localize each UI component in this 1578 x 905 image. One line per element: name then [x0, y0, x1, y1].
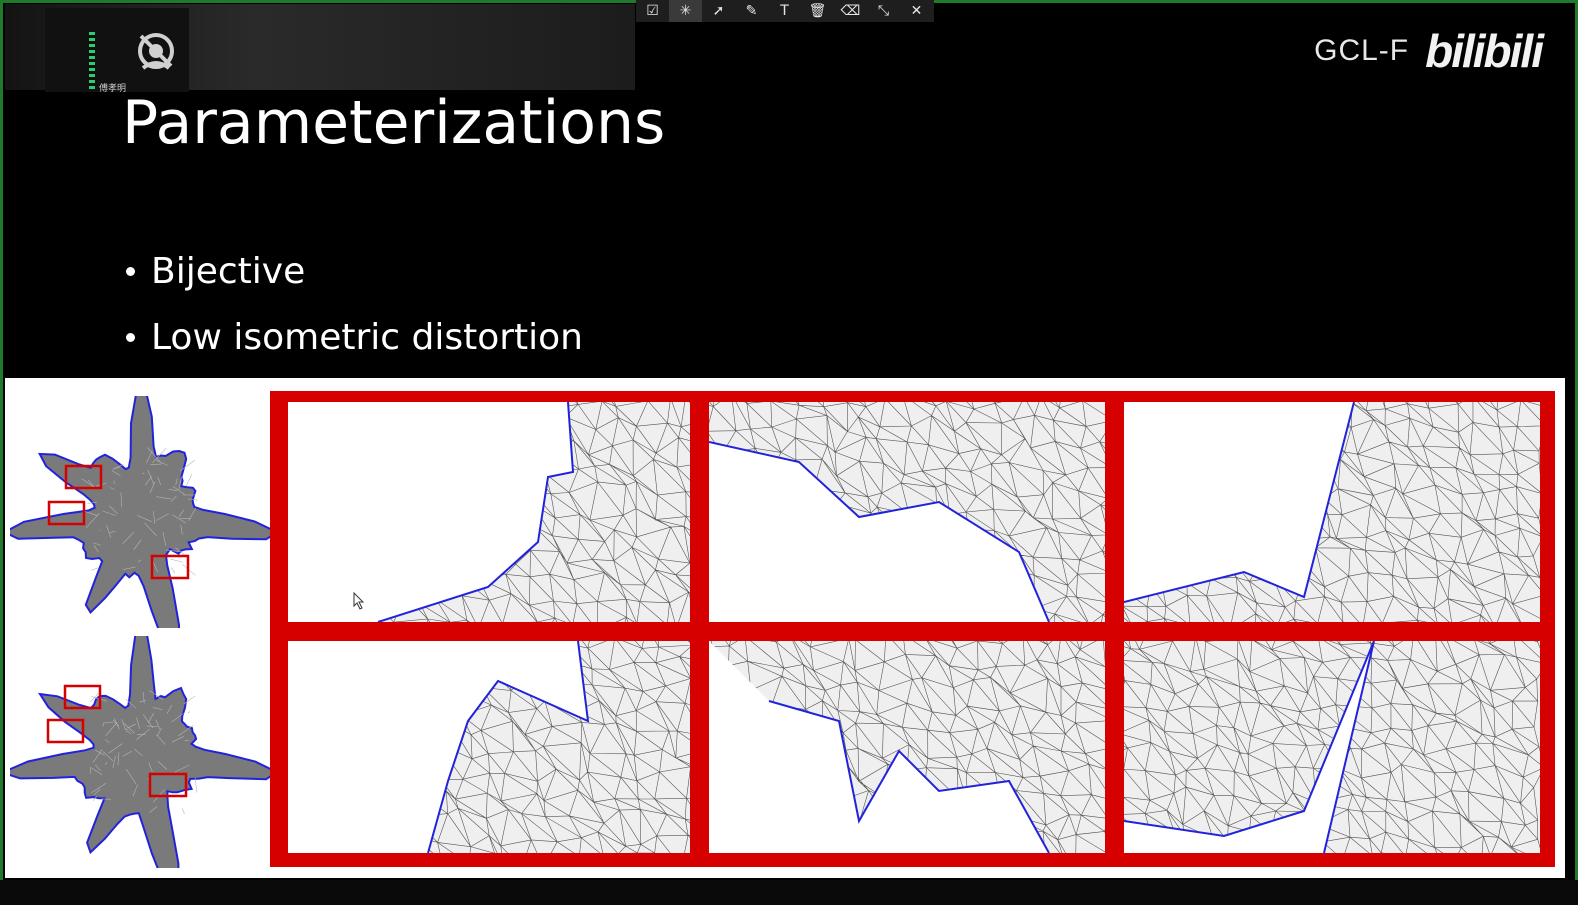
- mic-level-icon: [89, 32, 95, 90]
- laser-pointer-icon[interactable]: ✳: [669, 0, 702, 22]
- video-strip: 傅孝明: [5, 4, 635, 94]
- mesh-closeup: [709, 402, 1105, 622]
- bullet-text: Bijective: [151, 250, 306, 292]
- bullet-item: Bijective: [122, 238, 583, 304]
- bilibili-logo: bilibili: [1425, 25, 1544, 77]
- select-arrow-icon[interactable]: ➚: [702, 0, 735, 22]
- mesh-region: [428, 641, 690, 853]
- clear-all-icon[interactable]: ⌫: [834, 0, 867, 22]
- collapse-icon[interactable]: ⤡: [867, 0, 900, 22]
- slide-title: Parameterizations: [122, 88, 666, 158]
- zoom-panel: [288, 402, 690, 622]
- bullet-dot-icon: [126, 332, 135, 342]
- mesh-figure: [5, 378, 1565, 878]
- bullet-list: Bijective Low isometric distortion: [122, 238, 583, 370]
- pen-icon[interactable]: ✎: [735, 0, 768, 22]
- bullet-item: Low isometric distortion: [122, 304, 583, 370]
- bullet-dot-icon: [126, 266, 135, 276]
- checkbox-icon[interactable]: ☑: [636, 0, 669, 22]
- mesh-shape: [10, 636, 272, 868]
- participant-video-tile[interactable]: 傅孝明: [45, 8, 189, 94]
- mouse-cursor-icon: [353, 592, 365, 610]
- trash-icon[interactable]: 🗑: [801, 0, 834, 22]
- zoom-panel: [288, 641, 690, 853]
- channel-watermark: GCL-F bilibili: [1314, 24, 1544, 78]
- mesh-region: [1124, 402, 1540, 622]
- mesh-closeup: [709, 641, 1105, 853]
- zoom-panel: [709, 402, 1105, 622]
- text-icon[interactable]: T: [768, 0, 801, 22]
- zoom-panel: [709, 641, 1105, 853]
- channel-name: GCL-F: [1314, 34, 1410, 67]
- zoom-panel: [1124, 402, 1540, 622]
- bottom-bar: [0, 880, 1578, 905]
- mesh-overview-thumbnail: [10, 396, 272, 628]
- bullet-text: Low isometric distortion: [151, 316, 583, 358]
- zoom-panel-grid: [270, 391, 1555, 867]
- mesh-region: [709, 402, 1105, 622]
- mesh-overview-thumbnail: [10, 636, 272, 868]
- zoom-panel: [1124, 641, 1540, 853]
- annotation-toolbar: ☑ ✳ ➚ ✎ T 🗑 ⌫ ⤡ ✕: [636, 0, 934, 22]
- mesh-closeup: [377, 402, 690, 622]
- close-icon[interactable]: ✕: [900, 0, 933, 22]
- mesh-closeup: [1124, 641, 1540, 853]
- mesh-region: [378, 402, 690, 622]
- camera-off-icon: [138, 33, 174, 70]
- mesh-closeup: [427, 641, 690, 853]
- mesh-closeup: [1124, 402, 1540, 622]
